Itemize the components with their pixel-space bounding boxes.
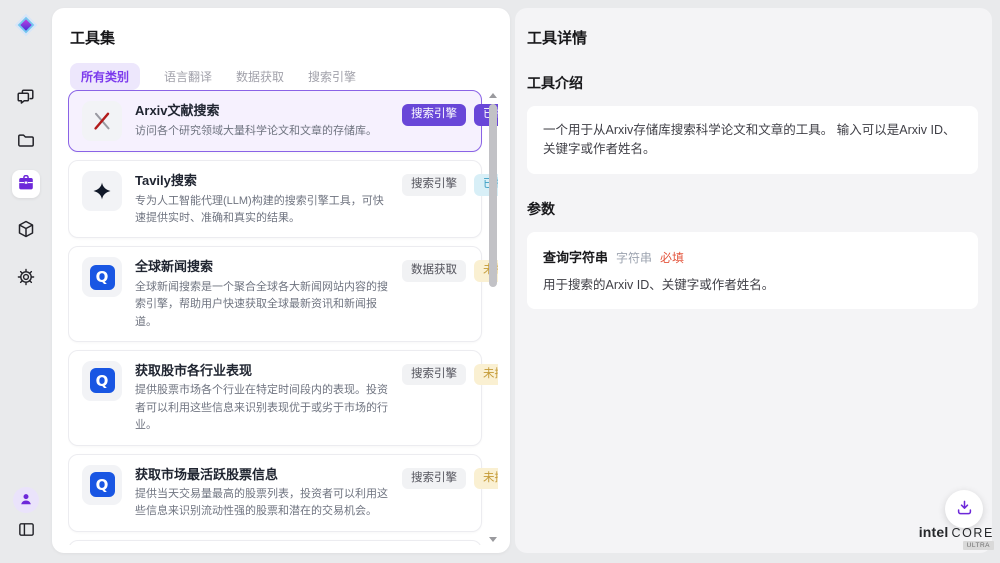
settings-gear-icon [16,267,36,290]
tool-name: 获取市场最活跃股票信息 [135,465,389,485]
sidebar-item-chat[interactable] [12,84,40,112]
param-description: 用于搜索的Arxiv ID、关键字或作者姓名。 [543,276,962,295]
category-tag: 搜索引擎 [402,174,466,196]
category-tabs: 所有类别 语言翻译 数据获取 搜索引擎 [70,63,510,90]
panel-toggle-icon [17,520,36,542]
tab-all-categories[interactable]: 所有类别 [70,63,140,90]
folder-icon [16,131,36,154]
param-required-flag: 必填 [660,249,684,266]
toolset-panel: 工具集 所有类别 语言翻译 数据获取 搜索引擎 Arxiv文献搜索 访问各个研究… [52,8,510,553]
intel-core-logo: intel CORE ULTRA [920,524,994,550]
tool-card-arxiv[interactable]: Arxiv文献搜索 访问各个研究领域大量科学论文和文章的存储库。 搜索引擎 已授… [68,90,482,152]
tool-description: 专为人工智能代理(LLM)构建的搜索引擎工具，可快速提供实时、准确和真实的结果。 [135,193,389,228]
panel-toggle-button[interactable] [12,517,40,545]
sparkle-icon [82,171,122,211]
scrollbar-thumb[interactable] [489,104,497,287]
params-heading: 参数 [527,199,978,219]
tool-name: Tavily搜索 [135,171,389,191]
intro-heading: 工具介绍 [527,73,978,93]
scroll-up-arrow-icon[interactable] [489,93,497,98]
tool-description: 全球新闻搜索是一个聚合全球各大新闻网站内容的搜索引擎，帮助用户快速获取全球最新资… [135,279,389,331]
app-logo-icon [12,11,40,39]
tool-card-tavily[interactable]: Tavily搜索 专为人工智能代理(LLM)构建的搜索引擎工具，可快速提供实时、… [68,160,482,238]
tool-description: 提供当天交易量最高的股票列表，投资者可以利用这些信息来识别流动性强的股票和潜在的… [135,486,389,521]
param-card: 查询字符串 字符串 必填 用于搜索的Arxiv ID、关键字或作者姓名。 [527,232,978,310]
sidebar-item-models[interactable] [12,216,40,244]
download-icon [955,498,974,520]
tool-card-active-stocks[interactable]: Q 获取市场最活跃股票信息 提供当天交易量最高的股票列表，投资者可以利用这些信息… [68,454,482,532]
category-tag: 搜索引擎 [402,104,466,126]
intel-wordmark: intel [919,524,949,540]
q-blue-icon: Q [82,257,122,297]
param-name: 查询字符串 [543,247,608,266]
q-blue-icon: Q [82,361,122,401]
user-avatar-icon [18,491,34,510]
app-window: 工具集 所有类别 语言翻译 数据获取 搜索引擎 Arxiv文献搜索 访问各个研究… [0,0,1000,563]
tool-description: 提供股票市场各个行业在特定时间段内的表现。投资者可以利用这些信息来识别表现优于或… [135,382,389,434]
sidebar-item-files[interactable] [12,128,40,156]
download-button[interactable] [945,490,983,528]
category-tag: 搜索引擎 [402,364,466,386]
param-type: 字符串 [616,249,652,266]
tool-list: Arxiv文献搜索 访问各个研究领域大量科学论文和文章的存储库。 搜索引擎 已授… [68,90,498,545]
arxiv-icon [82,101,122,141]
tab-search-engine[interactable]: 搜索引擎 [308,63,356,90]
scrollbar[interactable] [488,90,498,545]
sidebar-item-toolbox[interactable] [12,170,40,198]
toolbox-icon [16,173,36,196]
tool-description: 访问各个研究领域大量科学论文和文章的存储库。 [135,123,389,140]
tool-card-global-news[interactable]: Q 全球新闻搜索 全球新闻搜索是一个聚合全球各大新闻网站内容的搜索引擎，帮助用户… [68,246,482,342]
core-wordmark: CORE [951,526,994,540]
ultra-badge: ULTRA [963,541,994,550]
sidebar-item-settings[interactable] [12,264,40,292]
tab-language-translation[interactable]: 语言翻译 [164,63,212,90]
q-blue-icon: Q [82,465,122,505]
sidebar-rail [0,0,52,563]
tool-card-regional-news[interactable]: 万维地区新闻查询 查询具体行政区划内的新闻，快速了解各地新闻动 搜索引擎 未授权 [68,540,482,545]
tool-name: Arxiv文献搜索 [135,101,389,121]
intro-card: 一个用于从Arxiv存储库搜索科学论文和文章的工具。 输入可以是Arxiv ID… [527,106,978,174]
tool-card-stock-sectors[interactable]: Q 获取股市各行业表现 提供股票市场各个行业在特定时间段内的表现。投资者可以利用… [68,350,482,446]
tab-data-fetch[interactable]: 数据获取 [236,63,284,90]
page-title: 工具集 [70,27,510,48]
tool-name: 全球新闻搜索 [135,257,389,277]
tool-detail-panel: 工具详情 工具介绍 一个用于从Arxiv存储库搜索科学论文和文章的工具。 输入可… [515,8,992,553]
user-avatar[interactable] [13,487,39,513]
scroll-down-arrow-icon[interactable] [489,537,497,542]
detail-title: 工具详情 [527,27,978,48]
tool-name: 获取股市各行业表现 [135,361,389,381]
category-tag: 搜索引擎 [402,468,466,490]
cube-icon [16,219,36,242]
intro-text: 一个用于从Arxiv存储库搜索科学论文和文章的工具。 输入可以是Arxiv ID… [543,121,962,159]
category-tag: 数据获取 [402,260,466,282]
chat-icon [16,87,36,110]
